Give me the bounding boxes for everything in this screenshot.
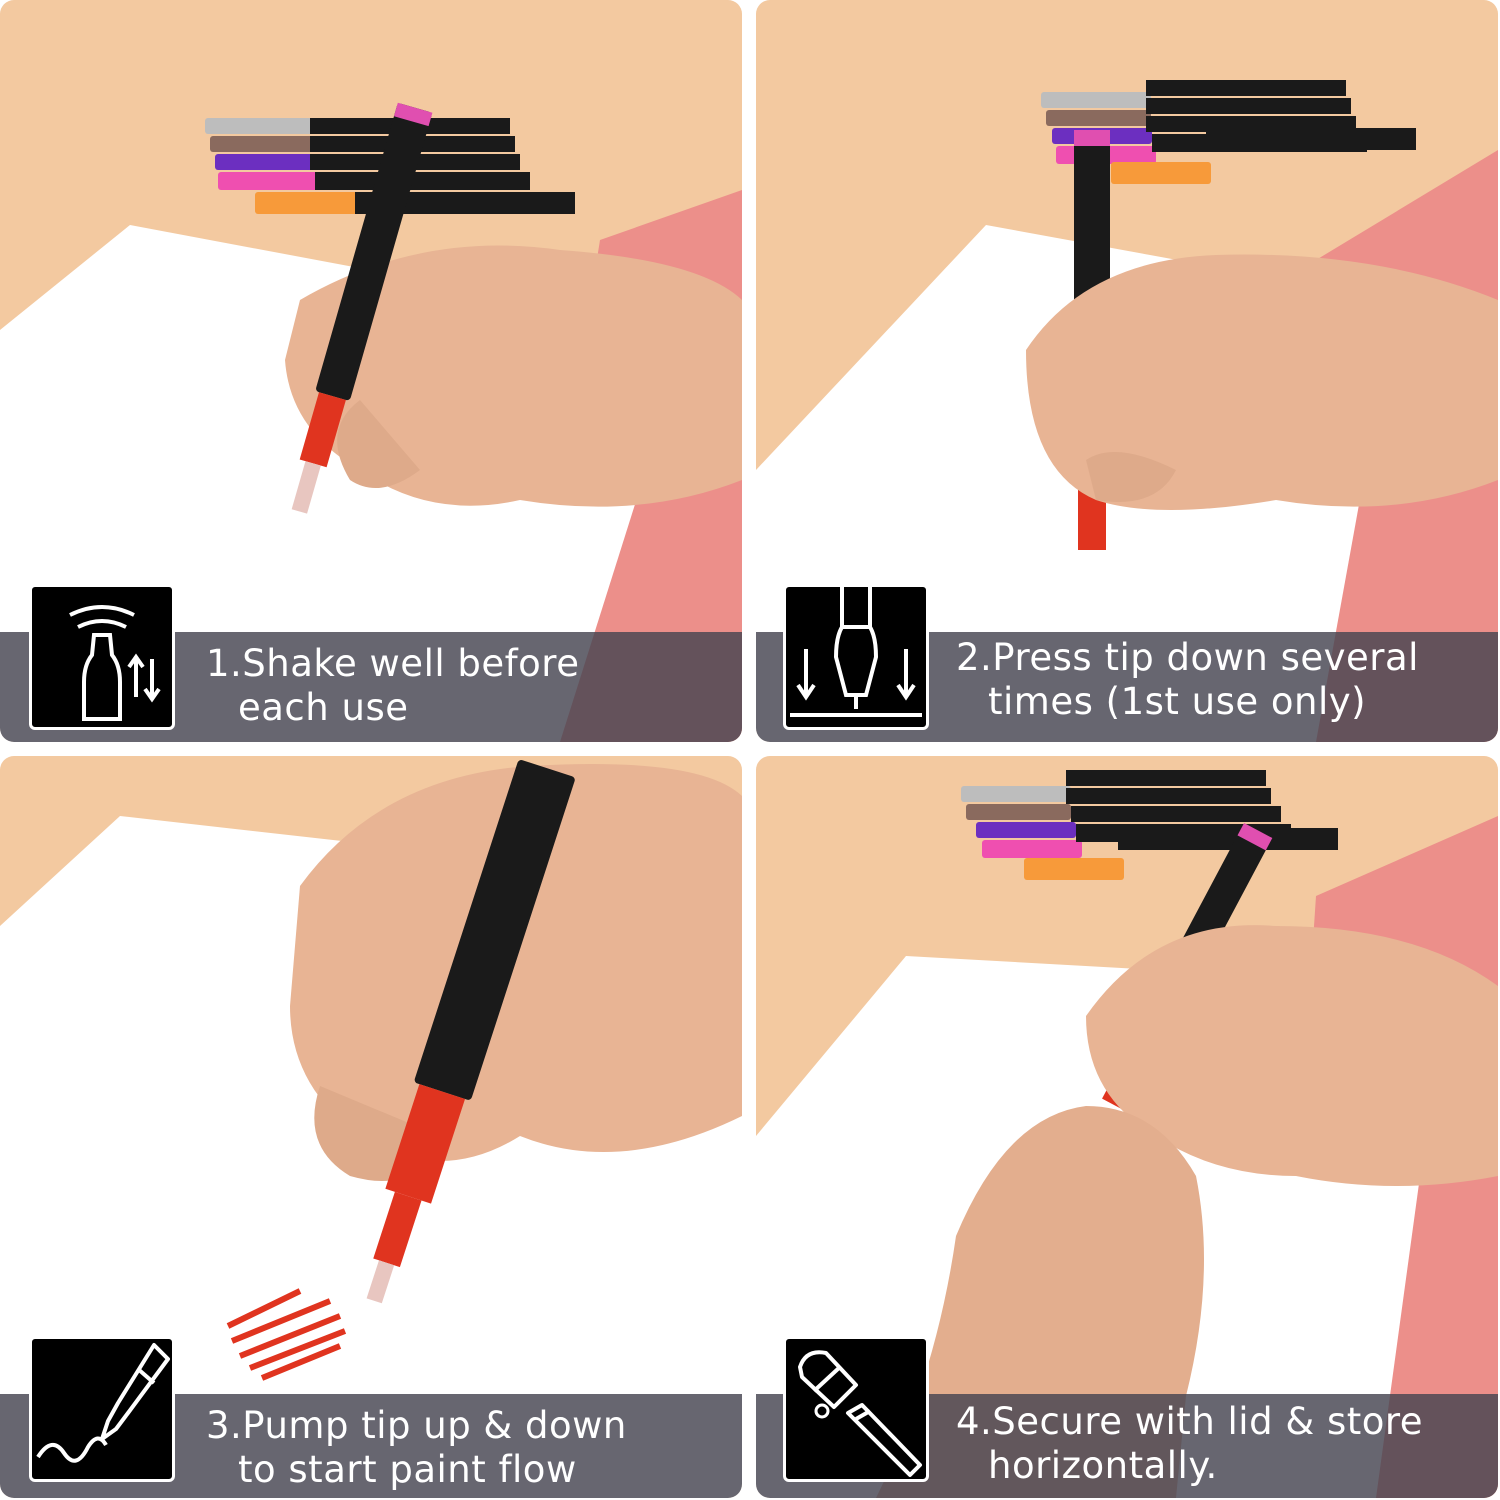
- step-4-caption: 4.Secure with lid & store horizontally.: [956, 1400, 1423, 1488]
- pump-tip-icon: [29, 1336, 175, 1482]
- cap-pen-icon: [783, 1336, 929, 1482]
- press-tip-icon: [783, 584, 929, 730]
- caption-line-1: 1.Shake well before: [206, 642, 580, 685]
- step-3-caption: 3.Pump tip up & down to start paint flow: [206, 1404, 627, 1492]
- caption-line-1: 2.Press tip down several: [956, 636, 1419, 679]
- caption-line-2: horizontally.: [988, 1444, 1218, 1487]
- shake-pen-icon: [29, 584, 175, 730]
- step-2-panel: 2.Press tip down several times (1st use …: [756, 0, 1498, 742]
- step-3-panel: 3.Pump tip up & down to start paint flow: [0, 756, 742, 1498]
- caption-line-2: to start paint flow: [238, 1448, 577, 1491]
- caption-line-1: 3.Pump tip up & down: [206, 1404, 627, 1447]
- step-1-panel: 1.Shake well before each use: [0, 0, 742, 742]
- caption-line-1: 4.Secure with lid & store: [956, 1400, 1424, 1443]
- step-2-caption: 2.Press tip down several times (1st use …: [956, 636, 1419, 724]
- caption-line-2: each use: [238, 686, 409, 729]
- step-1-caption: 1.Shake well before each use: [206, 642, 579, 730]
- step-4-panel: 4.Secure with lid & store horizontally.: [756, 756, 1498, 1498]
- caption-line-2: times (1st use only): [988, 680, 1367, 723]
- hand: [1026, 254, 1498, 510]
